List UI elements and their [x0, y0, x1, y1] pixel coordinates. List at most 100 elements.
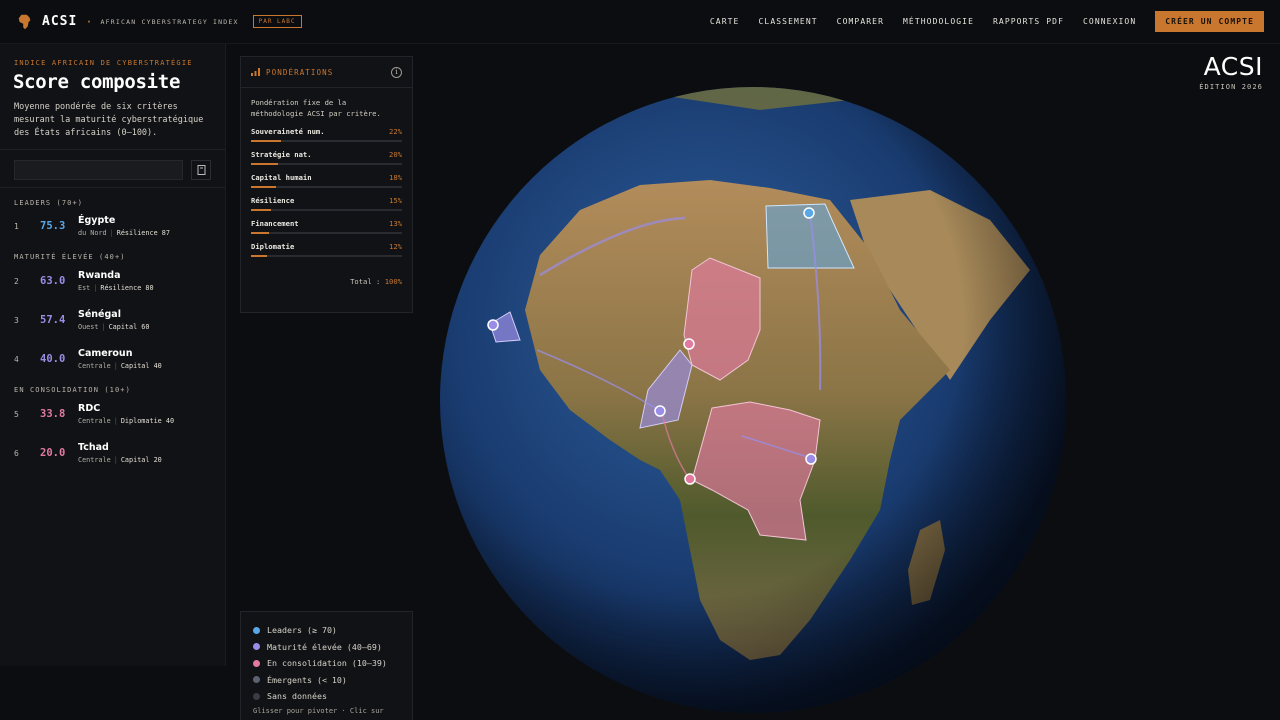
- country-name: Tchad: [78, 442, 109, 453]
- ranking-row[interactable]: 4 40.0 Cameroun Centrale | Capital 40: [0, 348, 226, 387]
- score: 40.0: [40, 353, 66, 365]
- weight-name: Souveraineté num.: [251, 127, 325, 136]
- top-metric: Résilience 80: [100, 284, 154, 292]
- globe-svg[interactable]: [430, 80, 1078, 720]
- country-name: Sénégal: [78, 309, 121, 320]
- main-nav: CARTE CLASSEMENT COMPARER MÉTHODOLOGIE R…: [710, 11, 1264, 32]
- info-icon[interactable]: i: [391, 66, 402, 78]
- legend-dot: [253, 676, 260, 684]
- weight-track: [251, 209, 402, 211]
- top-metric: Diplomatie 40: [120, 417, 175, 425]
- ranking-row[interactable]: 6 20.0 Tchad Centrale | Capital 20: [0, 442, 226, 481]
- weight-percent: 12%: [389, 242, 402, 251]
- legend-dot: [253, 659, 260, 667]
- score: 20.0: [40, 447, 66, 459]
- group-label-leaders: LEADERS (70+): [14, 199, 84, 207]
- legend-item[interactable]: Leaders (≥ 70): [253, 622, 400, 639]
- create-account-button[interactable]: CRÉER UN COMPTE: [1155, 11, 1264, 32]
- brand-name: ACSI: [42, 14, 78, 29]
- country-name: Cameroun: [78, 348, 133, 359]
- ranking-row[interactable]: 1 75.3 Égypte du Nord | Résilience 87: [0, 215, 226, 254]
- ranking-row[interactable]: 2 63.0 Rwanda Est | Résilience 80: [0, 270, 226, 309]
- edition-year: ÉDITION 2026: [1199, 83, 1263, 91]
- top-navbar: ACSI · AFRICAN CYBERSTRATEGY INDEX PAR L…: [0, 0, 1280, 44]
- legend-label: En consolidation (10–39): [267, 658, 387, 669]
- legend-label: Maturité élevée (40–69): [267, 641, 382, 652]
- legend-item[interactable]: Émergents (< 10): [253, 672, 400, 689]
- nav-methodologie[interactable]: MÉTHODOLOGIE: [903, 17, 974, 26]
- ranking-panel: INDICE AFRICAIN DE CYBERSTRATÉGIE Score …: [0, 44, 226, 666]
- legend-dot: [253, 626, 260, 634]
- nav-rapports-pdf[interactable]: RAPPORTS PDF: [993, 17, 1064, 26]
- country-name: Rwanda: [78, 270, 121, 281]
- legend-dot: [253, 643, 260, 651]
- ranking-row[interactable]: 5 33.8 RDC Centrale | Diplomatie 40: [0, 403, 226, 442]
- legend-item[interactable]: Maturité élevée (40–69): [253, 639, 400, 656]
- panel-description: Moyenne pondérée de six critères mesuran…: [14, 102, 204, 138]
- weight-percent: 15%: [389, 196, 402, 205]
- country-name: Égypte: [78, 215, 116, 226]
- top-metric: Capital 40: [120, 362, 162, 370]
- divider: [0, 187, 226, 188]
- region: du Nord: [78, 229, 107, 237]
- weight-track: [251, 186, 402, 188]
- weight-track: [251, 140, 402, 142]
- brand-badge: PAR LABC: [252, 15, 302, 28]
- divider: [0, 149, 226, 150]
- legend-item[interactable]: En consolidation (10–39): [253, 655, 400, 672]
- legend-item[interactable]: Sans données: [253, 688, 400, 705]
- weights-panel: PONDÉRATIONS i Pondération fixe de la mé…: [240, 56, 413, 313]
- total-value: 100%: [384, 277, 402, 286]
- nav-connexion[interactable]: CONNEXION: [1083, 17, 1136, 26]
- weights-description: Pondération fixe de la méthodologie ACSI…: [251, 98, 381, 118]
- total-label: Total :: [350, 277, 381, 286]
- nav-carte[interactable]: CARTE: [710, 17, 740, 26]
- score: 57.4: [40, 314, 66, 326]
- bookmark-button[interactable]: [191, 160, 211, 180]
- ranking-row[interactable]: 3 57.4 Sénégal Ouest | Capital 60: [0, 309, 226, 348]
- weight-name: Diplomatie: [251, 242, 295, 251]
- legend-hint: Glisser pour pivoter · Clic sur: [253, 706, 384, 715]
- search-input[interactable]: [14, 160, 184, 180]
- bookmark-icon: [197, 165, 206, 175]
- top-metric: Capital 20: [120, 456, 162, 464]
- edition-title: ACSI: [1203, 52, 1263, 81]
- weight-item: Souveraineté num. 22%: [251, 127, 402, 142]
- weight-fill: [251, 163, 279, 165]
- weight-track: [251, 232, 402, 234]
- weight-track: [251, 255, 402, 257]
- weight-item: Capital humain 18%: [251, 173, 402, 188]
- weight-fill: [251, 140, 281, 142]
- africa-logo-icon: [18, 14, 31, 29]
- map-legend: Leaders (≥ 70) Maturité élevée (40–69) En …: [240, 611, 413, 720]
- nav-classement[interactable]: CLASSEMENT: [758, 17, 817, 26]
- panel-kicker: INDICE AFRICAIN DE CYBERSTRATÉGIE: [14, 59, 193, 67]
- region: Ouest: [78, 323, 99, 331]
- globe-shading: [440, 87, 1066, 713]
- rank: 5: [14, 410, 19, 419]
- rank: 1: [14, 222, 19, 231]
- weight-name: Résilience: [251, 196, 295, 205]
- region: Est: [78, 284, 91, 292]
- legend-dot: [253, 692, 260, 700]
- weight-name: Capital humain: [251, 173, 312, 182]
- top-metric: Capital 60: [108, 323, 150, 331]
- weights-header: PONDÉRATIONS i: [241, 57, 412, 88]
- legend-label: Sans données: [267, 691, 327, 702]
- weight-fill: [251, 186, 276, 188]
- rank: 2: [14, 277, 19, 286]
- globe-map[interactable]: [430, 80, 1078, 720]
- score: 63.0: [40, 275, 66, 287]
- weight-item: Stratégie nat. 20%: [251, 150, 402, 165]
- page-title: Score composite: [13, 71, 181, 93]
- brand-subtitle: AFRICAN CYBERSTRATEGY INDEX: [100, 17, 239, 26]
- rank: 3: [14, 316, 19, 325]
- group-label-high: MATURITÉ ÉLEVÉE (40+): [14, 253, 126, 261]
- legend-label: Émergents (< 10): [267, 674, 347, 685]
- country-name: RDC: [78, 403, 101, 414]
- nav-comparer[interactable]: COMPARER: [837, 17, 884, 26]
- region: Centrale: [78, 456, 111, 464]
- brand[interactable]: ACSI · AFRICAN CYBERSTRATEGY INDEX PAR L…: [16, 13, 302, 31]
- top-metric: Résilience 87: [116, 229, 170, 237]
- score: 75.3: [40, 220, 66, 232]
